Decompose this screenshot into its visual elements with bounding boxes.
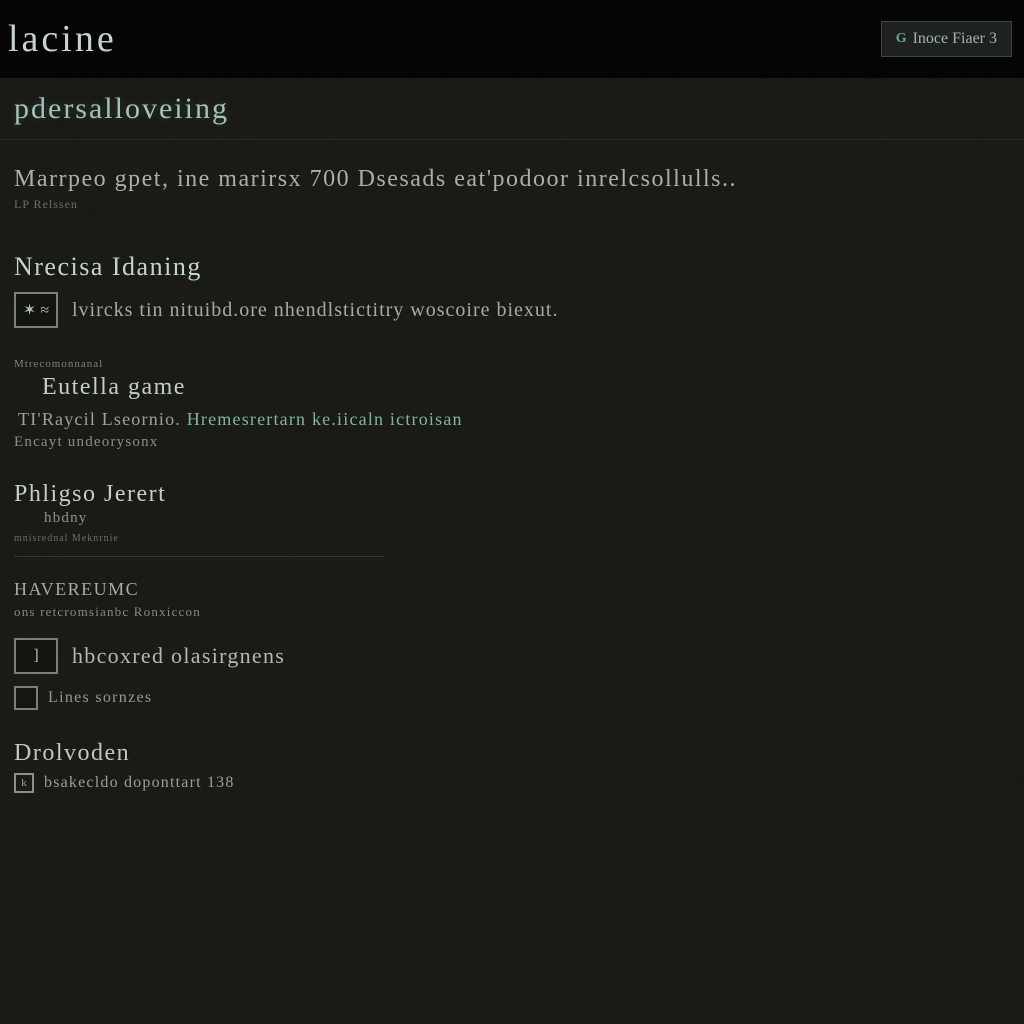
section-title-nrecisa: Nrecisa Idaning xyxy=(14,252,1010,282)
eutella-line1-prefix: TI'Raycil Lseornio. xyxy=(18,409,181,429)
section-eutella-title: Eutella game xyxy=(14,374,1010,401)
button-leading-icon: G xyxy=(896,31,907,47)
section-phligso-title: Phligso Jerert xyxy=(14,481,384,508)
section-drolvoden-title: Drolvoden xyxy=(14,740,1010,767)
content: Marrpeo gpet, ine marirsx 700 Dsesads ea… xyxy=(0,140,1024,793)
checkbox-lines[interactable] xyxy=(14,686,38,710)
section-havereumc-sub: ons retcromsianbc Ronxiccon xyxy=(14,604,1010,620)
checkbox-lines-label: Lines sornzes xyxy=(48,689,152,707)
section-eutella-line2: Encayt undeorysonx xyxy=(14,434,1010,451)
app-title: lacine xyxy=(8,17,117,61)
image-fiber-button[interactable]: G Inoce Fiaer 3 xyxy=(881,21,1012,57)
intro-sub: LP Relssen xyxy=(14,197,1010,212)
drolvoden-box-icon[interactable]: k xyxy=(14,773,34,793)
section-phligso: Phligso Jerert hbdny mnisrednal Meknrnie xyxy=(14,481,384,557)
intro-text: Marrpeo gpet, ine marirsx 700 Dsesads ea… xyxy=(14,166,1010,193)
checkbox-olasirgnens-label: hbcoxred olasirgnens xyxy=(72,643,285,669)
button-label: Inoce Fiaer 3 xyxy=(913,30,997,48)
section-havereumc: HAVEREUMC ons retcromsianbc Ronxiccon ] … xyxy=(14,579,1010,710)
section-nrecisa: Nrecisa Idaning ✶ ≈ lvircks tin nituibd.… xyxy=(14,252,1010,328)
eutella-line1-accent: Hremesrertarn ke.iicaln ictroisan xyxy=(187,409,463,429)
section-havereumc-title: HAVEREUMC xyxy=(14,579,1010,600)
page-subheader: pdersalloveiing xyxy=(0,78,1024,140)
section-eutella-line1: TI'Raycil Lseornio. Hremesrertarn ke.iic… xyxy=(14,409,1010,430)
checkbox-nrecisa-label: lvircks tin nituibd.ore nhendlstictitry … xyxy=(72,299,558,322)
section-eutella: Mtrecomonnanal Eutella game TI'Raycil Ls… xyxy=(14,358,1010,451)
checkbox-nrecisa[interactable]: ✶ ≈ xyxy=(14,292,58,328)
topbar: lacine G Inoce Fiaer 3 xyxy=(0,0,1024,78)
section-phligso-sub: hbdny xyxy=(14,510,384,527)
drolvoden-line-text: bsakecldo doponttart 138 xyxy=(44,774,235,792)
section-drolvoden: Drolvoden k bsakecldo doponttart 138 xyxy=(14,740,1010,793)
section-eutella-super: Mtrecomonnanal xyxy=(14,358,1010,370)
section-phligso-tiny: mnisrednal Meknrnie xyxy=(14,533,384,544)
checkbox-olasirgnens[interactable]: ] xyxy=(14,638,58,674)
